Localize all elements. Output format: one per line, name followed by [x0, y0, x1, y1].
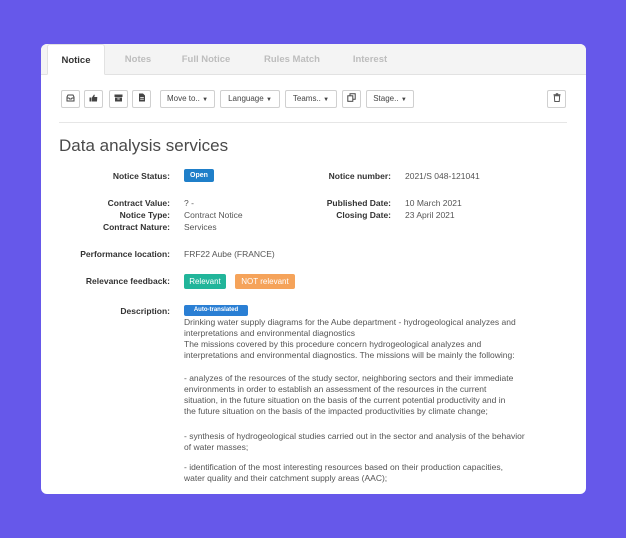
performance-location-value: FRF22 Aube (FRANCE) — [184, 249, 275, 259]
tab-notes[interactable]: Notes — [113, 44, 163, 75]
teams-label: Teams.. — [292, 94, 321, 103]
language-dropdown[interactable]: Language ▼ — [220, 90, 280, 108]
auto-translated-badge: Auto-translated — [184, 305, 248, 316]
description-text-1: Drinking water supply diagrams for the A… — [184, 317, 574, 361]
relevance-feedback-label: Relevance feedback: — [85, 276, 170, 286]
description-text-3: - synthesis of hydrogeological studies c… — [184, 431, 574, 453]
published-date-value: 10 March 2021 — [405, 198, 462, 208]
not-relevant-button[interactable]: NOT relevant — [235, 274, 295, 289]
caret-down-icon: ▼ — [202, 97, 209, 103]
description-line: The missions covered by this procedure c… — [184, 339, 482, 349]
language-label: Language — [228, 94, 264, 103]
description-line: - identification of the most interesting… — [184, 462, 503, 472]
description-line: environments in order to establish an as… — [184, 384, 487, 394]
tab-interest[interactable]: Interest — [343, 44, 397, 75]
status-badge: Open — [184, 169, 214, 182]
copy-button[interactable] — [342, 90, 361, 108]
description-line: Drinking water supply diagrams for the A… — [184, 317, 516, 327]
notice-card: Notice Notes Full Notice Rules Match Int… — [41, 44, 586, 494]
copy-icon — [347, 93, 356, 103]
notice-type-value: Contract Notice — [184, 210, 243, 220]
contract-value: ? - — [184, 198, 194, 208]
description-text-2: - analyzes of the resources of the study… — [184, 373, 574, 417]
archive-icon — [114, 94, 123, 102]
description-line: - synthesis of hydrogeological studies c… — [184, 431, 525, 441]
notice-status-label: Notice Status: — [112, 171, 170, 181]
move-to-dropdown[interactable]: Move to.. ▼ — [160, 90, 215, 108]
description-line: of water masses; — [184, 442, 249, 452]
teams-dropdown[interactable]: Teams.. ▼ — [285, 90, 337, 108]
caret-down-icon: ▼ — [265, 97, 272, 103]
description-line: situation, in the future situation on th… — [184, 395, 506, 405]
caret-down-icon: ▼ — [323, 97, 330, 103]
tab-full-notice[interactable]: Full Notice — [175, 44, 237, 75]
notice-type-label: Notice Type: — [119, 210, 170, 220]
document-icon — [138, 93, 145, 102]
tab-rules-match[interactable]: Rules Match — [257, 44, 327, 75]
contract-nature-value: Services — [184, 222, 217, 232]
inbox-button[interactable] — [61, 90, 80, 108]
caret-down-icon: ▼ — [400, 97, 407, 103]
performance-location-label: Performance location: — [80, 249, 170, 259]
notice-number-value: 2021/S 048-121041 — [405, 171, 480, 181]
published-date-label: Published Date: — [326, 198, 391, 208]
trash-icon — [553, 93, 560, 103]
archive-button[interactable] — [109, 90, 128, 108]
stage-label: Stage.. — [373, 94, 399, 103]
page-title: Data analysis services — [59, 136, 229, 155]
description-line: interpretations and environmental diagno… — [184, 350, 515, 360]
relevant-button[interactable]: Relevant — [184, 274, 226, 289]
thumbs-up-button[interactable] — [84, 90, 103, 108]
move-to-label: Move to.. — [166, 94, 200, 103]
thumbs-up-icon — [89, 94, 98, 102]
delete-button[interactable] — [547, 90, 566, 108]
closing-date-value: 23 April 2021 — [405, 210, 455, 220]
closing-date-label: Closing Date: — [336, 210, 391, 220]
tab-notice[interactable]: Notice — [47, 44, 105, 75]
description-line: - analyzes of the resources of the study… — [184, 373, 514, 383]
description-label: Description: — [120, 306, 170, 316]
description-text-4: - identification of the most interesting… — [184, 462, 574, 484]
description-line: the future situation on the basis of the… — [184, 406, 488, 416]
divider — [59, 122, 567, 123]
description-line: water quality and their catchment supply… — [184, 473, 388, 483]
description-line: interpretations and environmental diagno… — [184, 328, 356, 338]
contract-nature-label: Contract Nature: — [102, 222, 170, 232]
tab-bar: Notice Notes Full Notice Rules Match Int… — [41, 44, 586, 75]
notice-number-label: Notice number: — [328, 171, 391, 181]
contract-value-label: Contract Value: — [107, 198, 170, 208]
document-button[interactable] — [132, 90, 151, 108]
inbox-icon — [66, 94, 75, 102]
stage-dropdown[interactable]: Stage.. ▼ — [366, 90, 414, 108]
